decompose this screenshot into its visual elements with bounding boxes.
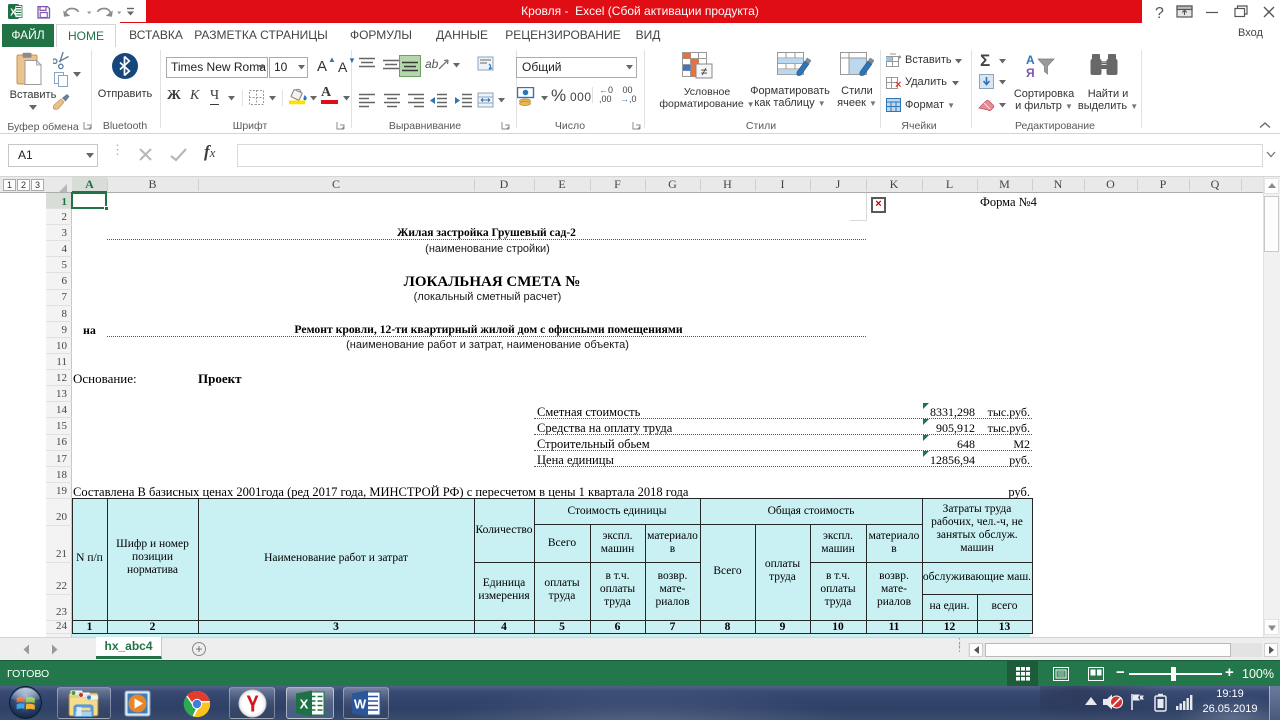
svg-text:X: X bbox=[10, 8, 17, 19]
svg-text:X: X bbox=[300, 697, 309, 712]
svg-text:×: × bbox=[895, 79, 901, 90]
svg-text:Я: Я bbox=[1026, 66, 1035, 80]
svg-text:А: А bbox=[1026, 53, 1035, 67]
svg-text:?: ? bbox=[1155, 5, 1164, 22]
svg-text:≠: ≠ bbox=[701, 65, 708, 79]
svg-text:W: W bbox=[354, 697, 367, 712]
